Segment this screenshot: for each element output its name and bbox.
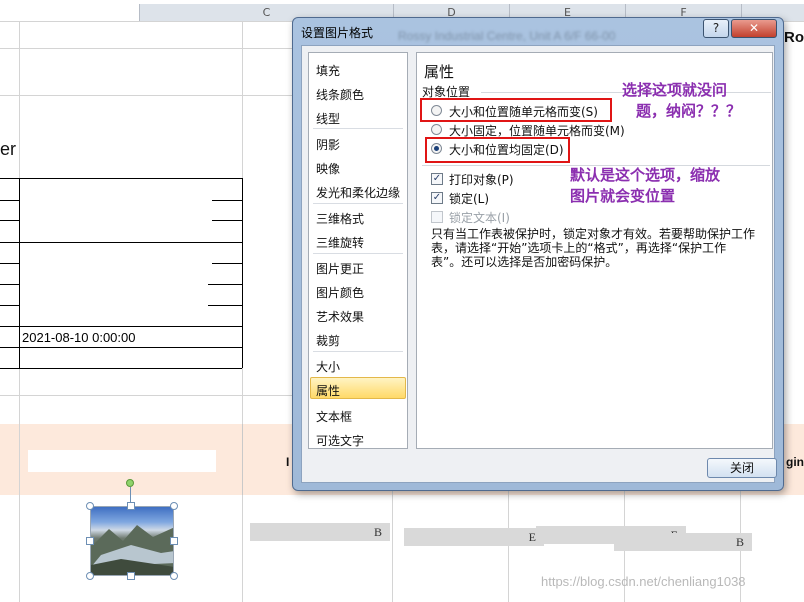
landscape-icon [91,525,173,575]
table-border [0,284,19,285]
table-border [0,200,19,201]
header-fragment-right: ging [786,455,804,469]
table-border [0,347,242,348]
selected-picture[interactable] [90,506,174,576]
resize-handle-bottom[interactable] [127,572,135,580]
nav-item-artistic-effects[interactable]: 艺术效果 [316,308,364,325]
annotation-note-1-line-1: 选择这项就没问 [622,81,728,99]
gray-cell[interactable]: B [250,523,390,541]
table-border [212,220,242,221]
help-text-line-1: 只有当工作表被保护时，锁定对象才有效。若要帮助保护工作 [431,227,756,241]
nav-item-fill[interactable]: 填充 [316,62,340,79]
print-object-label[interactable]: 打印对象(P) [449,171,514,188]
close-button[interactable]: 关闭 [707,458,777,478]
close-window-button[interactable]: ✕ [731,19,777,38]
checkbox-locked[interactable]: ✓ [431,192,443,204]
watermark: https://blog.csdn.net/chenliang1038 [541,574,746,589]
table-border [0,305,19,306]
help-button[interactable]: ? [703,19,729,38]
help-text-line-3: 表”。还可以选择是否加密码保护。 [431,255,618,269]
table-border [212,200,242,201]
nav-item-glow[interactable]: 发光和柔化边缘 [316,184,400,201]
date-cell[interactable]: 2021-08-10 0:00:00 [22,330,135,345]
category-list: 填充 线条颜色 线型 阴影 映像 发光和柔化边缘 三维格式 三维旋转 图片更正 … [308,52,408,449]
nav-item-alt-text[interactable]: 可选文字 [316,432,364,449]
highlight-box-option-3 [425,137,570,163]
resize-handle-top[interactable] [127,502,135,510]
nav-item-text-box[interactable]: 文本框 [316,408,352,425]
panel-heading: 属性 [424,63,455,81]
table-border [0,263,19,264]
gray-cell[interactable]: E [404,528,544,546]
nav-item-shadow[interactable]: 阴影 [316,136,340,153]
table-border [0,178,242,179]
locked-label[interactable]: 锁定(L) [449,190,489,207]
nav-item-3d-format[interactable]: 三维格式 [316,210,364,227]
header-fragment-left: I [286,455,290,469]
annotation-note-1-line-2: 题，纳闷？？？ [636,102,742,120]
resize-handle-right[interactable] [170,537,178,545]
table-border [208,305,242,306]
nav-separator [313,351,403,352]
resize-handle-bottom-left[interactable] [86,572,94,580]
table-border [212,263,242,264]
table-border [0,242,242,243]
nav-separator [313,203,403,204]
table-border [0,368,242,369]
screen: C D E F er 2021-08-10 0:00:00 Roa I ging… [0,0,804,602]
nav-item-reflection[interactable]: 映像 [316,160,340,177]
resize-handle-bottom-right[interactable] [170,572,178,580]
table-border [19,178,20,368]
partial-right-text: Roa [784,29,804,46]
gray-cell-label: B [373,525,382,539]
lock-text-label: 锁定文本(I) [449,211,510,225]
header-input-cell[interactable] [28,450,216,472]
column-header-label: C [262,6,271,19]
resize-handle-top-left[interactable] [86,502,94,510]
checkbox-print-object[interactable]: ✓ [431,173,443,185]
radio-move-dont-size[interactable] [431,124,442,135]
nav-item-picture-corrections[interactable]: 图片更正 [316,260,364,277]
grid-line [508,490,509,602]
annotation-note-2-line-2: 图片就会变位置 [570,187,676,205]
annotation-note-2-line-1: 默认是这个选项，缩放 [570,166,721,184]
left-cell-text: er [0,139,17,159]
highlight-box-option-1 [420,98,612,122]
grid-line [0,48,292,49]
table-border [0,326,242,327]
gray-cell[interactable]: B [614,533,752,551]
nav-item-picture-color[interactable]: 图片颜色 [316,284,364,301]
nav-separator [313,128,403,129]
grid-line [0,95,292,96]
nav-item-size[interactable]: 大小 [316,358,340,375]
nav-item-line-color[interactable]: 线条颜色 [316,86,364,103]
nav-item-line-style[interactable]: 线型 [316,110,340,127]
grid-line [392,490,393,602]
dialog-title: 设置图片格式 [301,26,374,40]
help-text-line-2: 表，请选择“开始”选项卡上的“格式”，再选择“保护工作 [431,241,727,255]
resize-handle-left[interactable] [86,537,94,545]
nav-item-crop[interactable]: 裁剪 [316,332,340,349]
gray-cell-label: E [528,530,536,544]
table-border [0,220,19,221]
table-border [242,178,243,368]
blurred-background-title: Rossy Industrial Centre, Unit A 6/F 66-0… [398,29,616,43]
checkbox-lock-text [431,211,443,223]
nav-separator [313,253,403,254]
grid-line [242,424,243,495]
table-border [208,284,242,285]
gray-cell-label: B [735,535,744,549]
resize-handle-top-right[interactable] [170,502,178,510]
rotate-handle[interactable] [126,479,134,487]
grid-line [0,395,292,396]
nav-item-3d-rotation[interactable]: 三维旋转 [316,234,364,251]
nav-item-properties[interactable]: 属性 [316,382,340,399]
